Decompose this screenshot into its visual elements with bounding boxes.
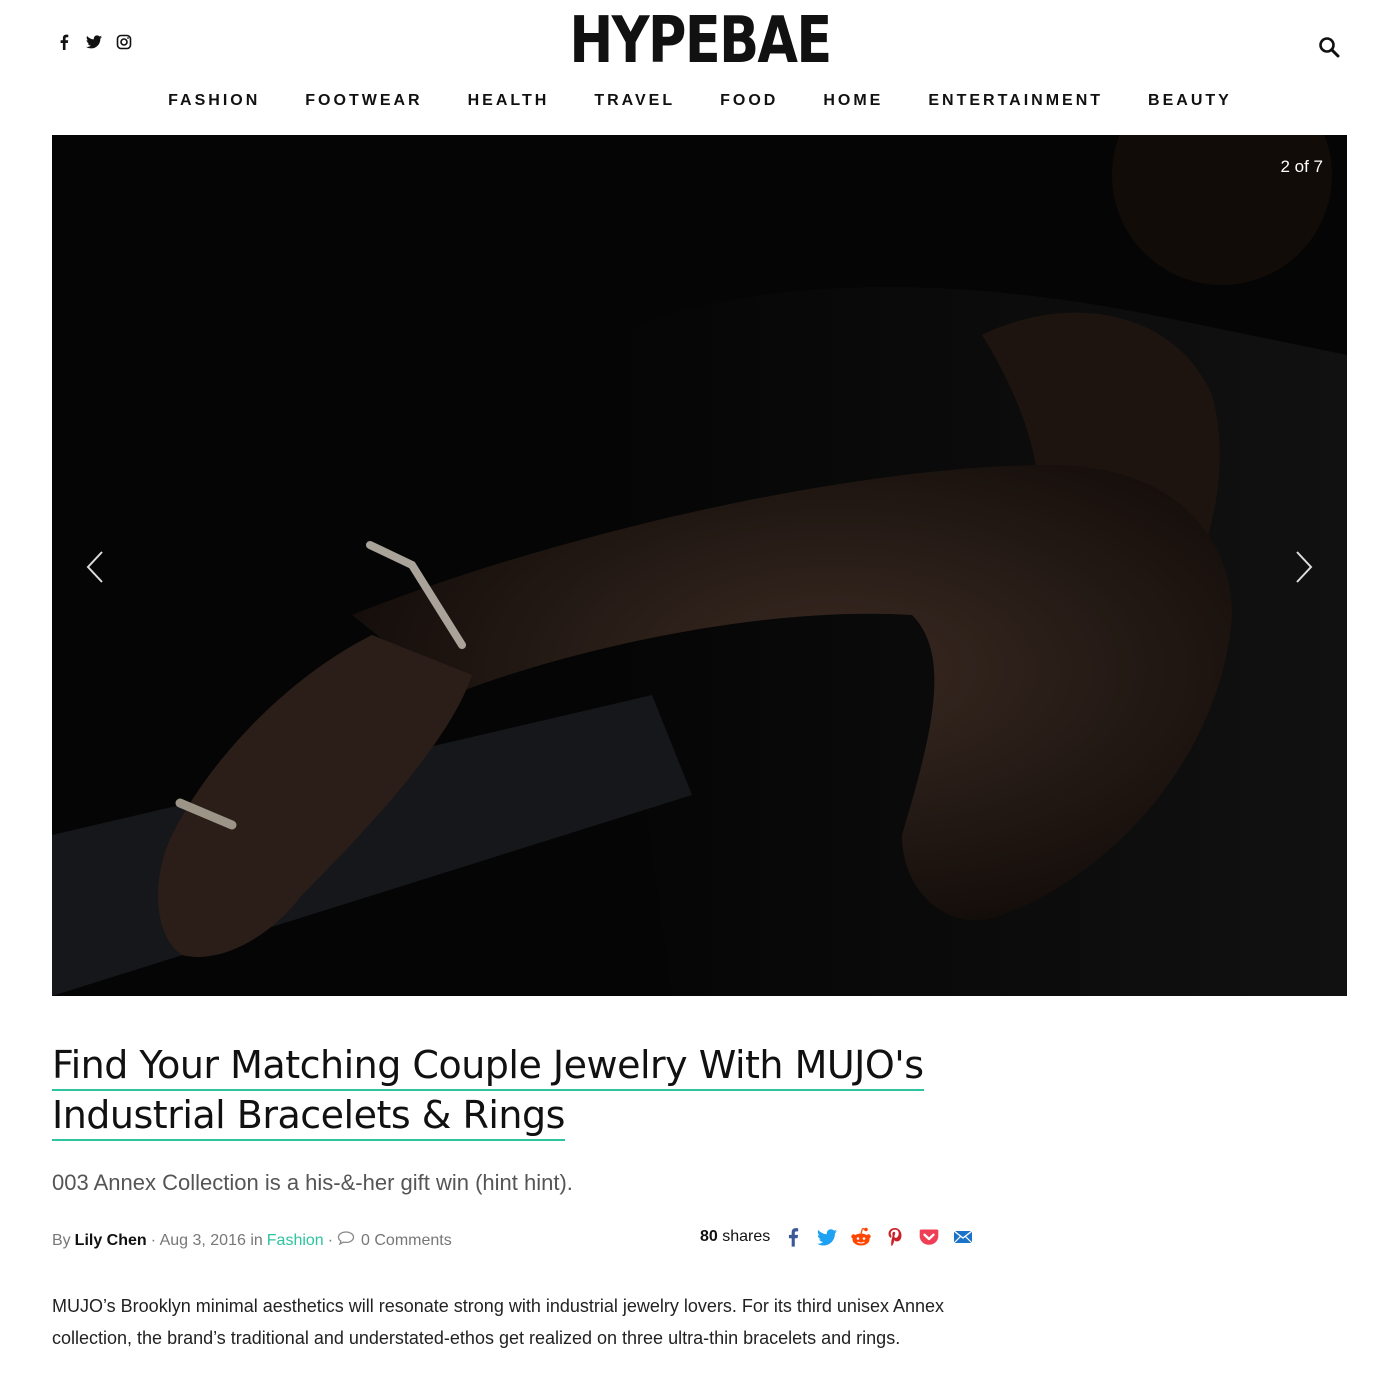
facebook-icon[interactable] xyxy=(782,1226,804,1248)
pocket-icon[interactable] xyxy=(918,1226,940,1248)
site-logo[interactable]: HYPEBAE xyxy=(126,6,1274,76)
twitter-icon[interactable] xyxy=(86,34,102,50)
nav-item-beauty[interactable]: BEAUTY xyxy=(1148,92,1232,110)
slide-counter: 2 of 7 xyxy=(1280,157,1323,176)
article-subtitle: 003 Annex Collection is a his-&-her gift… xyxy=(52,1170,573,1195)
nav-item-travel[interactable]: TRAVEL xyxy=(594,92,675,110)
reddit-icon[interactable] xyxy=(850,1226,872,1248)
email-icon[interactable] xyxy=(952,1226,974,1248)
nav-item-home[interactable]: HOME xyxy=(823,92,883,110)
facebook-icon[interactable] xyxy=(56,34,72,50)
nav-item-health[interactable]: HEALTH xyxy=(468,92,550,110)
chevron-right-icon[interactable] xyxy=(1293,549,1317,585)
comment-icon xyxy=(337,1230,355,1251)
nav-item-fashion[interactable]: FASHION xyxy=(168,92,260,110)
comments-link[interactable]: 0 Comments xyxy=(337,1230,452,1251)
share-count-number: 80 xyxy=(700,1228,718,1245)
twitter-icon[interactable] xyxy=(816,1226,838,1248)
site-header: HYPEBAE xyxy=(0,0,1400,80)
author-link[interactable]: Lily Chen xyxy=(75,1232,147,1250)
meta-separator: · xyxy=(327,1231,334,1249)
chevron-left-icon[interactable] xyxy=(84,549,108,585)
article-title: Find Your Matching Couple Jewelry With M… xyxy=(52,1040,972,1141)
nav-item-food[interactable]: FOOD xyxy=(720,92,778,110)
share-bar: 80 shares xyxy=(700,1226,974,1248)
article-title-line2: Industrial Bracelets & Rings xyxy=(52,1093,565,1141)
comments-count: 0 Comments xyxy=(361,1231,452,1249)
nav-item-footwear[interactable]: FOOTWEAR xyxy=(305,92,422,110)
category-link[interactable]: Fashion xyxy=(267,1232,324,1250)
share-count: 80 shares xyxy=(700,1228,770,1246)
article-meta: By Lily Chen · Aug 3, 2016 in Fashion · … xyxy=(52,1230,452,1251)
main-nav: FASHION FOOTWEAR HEALTH TRAVEL FOOD HOME… xyxy=(0,92,1400,110)
pinterest-icon[interactable] xyxy=(884,1226,906,1248)
search-icon[interactable] xyxy=(1318,36,1342,60)
social-links xyxy=(56,34,132,50)
hero-image xyxy=(52,135,1347,996)
nav-item-entertainment[interactable]: ENTERTAINMENT xyxy=(928,92,1103,110)
publish-date: · Aug 3, 2016 in xyxy=(150,1231,263,1249)
by-label: By xyxy=(52,1231,71,1249)
hero-slideshow[interactable]: 2 of 7 xyxy=(52,135,1347,996)
share-count-label: shares xyxy=(722,1228,771,1245)
article-body: MUJO’s Brooklyn minimal aesthetics will … xyxy=(52,1296,945,1348)
article-title-line1: Find Your Matching Couple Jewelry With M… xyxy=(52,1043,924,1091)
